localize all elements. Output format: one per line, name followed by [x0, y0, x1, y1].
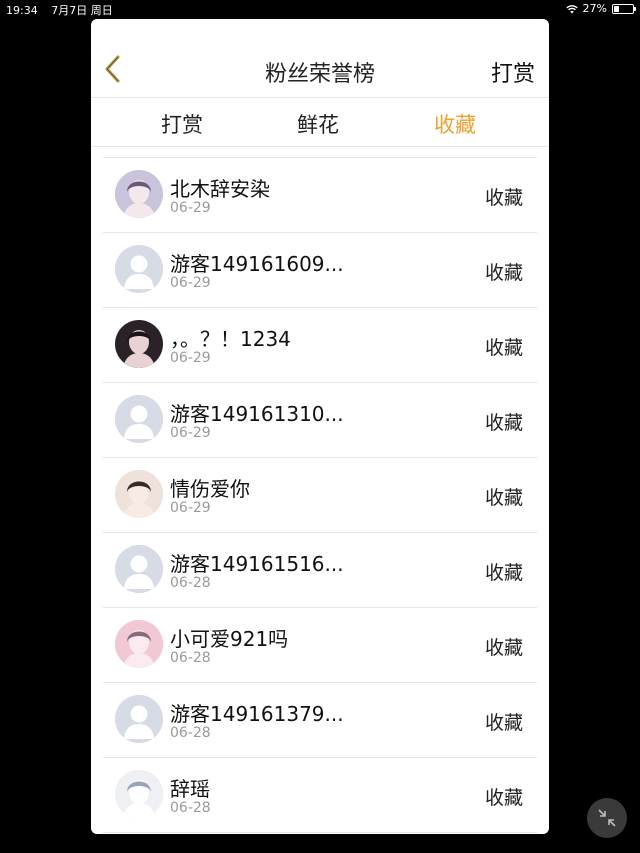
- favorite-label: 收藏: [484, 562, 523, 584]
- fan-date: 06-28: [170, 650, 211, 666]
- favorite-label: 收藏: [484, 637, 523, 659]
- wifi-icon: [565, 4, 578, 13]
- favorite-label: 收藏: [484, 487, 523, 509]
- fan-name: 北木辞安染: [170, 177, 270, 201]
- tab-favorites[interactable]: 收藏: [415, 109, 495, 139]
- fan-name: 情伤爱你: [170, 477, 250, 501]
- fan-name: 游客149161310...: [170, 402, 344, 426]
- status-left: 19:34 7月7日 周日: [6, 2, 123, 18]
- fan-date: 06-28: [170, 725, 211, 741]
- avatar: [115, 470, 163, 518]
- default-avatar: [115, 245, 163, 293]
- page-title: 粉丝荣誉榜: [264, 62, 375, 87]
- default-avatar: [115, 395, 163, 443]
- list-item[interactable]: 情伤爱你 06-29 收藏: [103, 458, 537, 533]
- fan-name: ，。？！1234: [170, 327, 291, 351]
- fan-name: 小可爱921吗: [170, 627, 289, 651]
- favorite-label: 收藏: [484, 412, 523, 434]
- avatar: [115, 620, 163, 668]
- fan-name: 游客149161516...: [170, 552, 344, 576]
- battery-level: [614, 5, 619, 12]
- battery-icon: [612, 3, 636, 14]
- status-date: 7月7日 周日: [51, 4, 113, 17]
- list-item[interactable]: 小可爱921吗 06-28 收藏: [103, 608, 537, 683]
- status-time: 19:34: [6, 4, 38, 17]
- fan-date: 06-29: [170, 425, 211, 441]
- tab-flowers[interactable]: 鲜花: [278, 109, 358, 139]
- fan-date: 06-29: [170, 275, 211, 291]
- avatar: [115, 320, 163, 368]
- battery-percent: 27%: [582, 2, 607, 15]
- fan-honor-panel: 粉丝荣誉榜 打赏 打赏 鲜花 收藏 北木辞安染 06-29 收藏 游客14916160…: [91, 19, 549, 834]
- list-item[interactable]: 北木辞安染 06-29 收藏: [103, 158, 537, 233]
- list-item[interactable]: 游客149161609... 06-29 收藏: [103, 233, 537, 308]
- favorite-label: 收藏: [484, 712, 523, 734]
- fan-date: 06-28: [170, 800, 211, 816]
- status-bar: 19:34 7月7日 周日 27%: [0, 0, 640, 18]
- panel-header: 粉丝荣誉榜 打赏: [91, 19, 549, 98]
- tab-bar: 打赏 鲜花 收藏: [91, 98, 549, 147]
- fan-date: 06-28: [170, 575, 211, 591]
- tab-reward[interactable]: 打赏: [142, 109, 222, 139]
- status-right: 27%: [565, 2, 636, 15]
- favorite-label: 收藏: [484, 187, 523, 209]
- list-item[interactable]: 游客149161379... 06-28 收藏: [103, 683, 537, 758]
- minimize-arrows-icon: [598, 809, 616, 827]
- list-item[interactable]: ，。？！1234 06-29 收藏: [103, 308, 537, 383]
- favorite-label: 收藏: [484, 337, 523, 359]
- fan-date: 06-29: [170, 350, 211, 366]
- fan-name: 辞瑶: [170, 777, 210, 801]
- favorite-label: 收藏: [484, 787, 523, 809]
- avatar: [115, 170, 163, 218]
- minimize-button[interactable]: [587, 798, 627, 838]
- fan-name: 游客149161609...: [170, 252, 344, 276]
- fan-list: 北木辞安染 06-29 收藏 游客149161609... 06-29 收藏 ，。？！123…: [103, 157, 537, 833]
- fan-name: 游客149161379...: [170, 702, 344, 726]
- fan-date: 06-29: [170, 200, 211, 216]
- list-item[interactable]: 辞瑶 06-28 收藏: [103, 758, 537, 833]
- fan-date: 06-29: [170, 500, 211, 516]
- reward-button[interactable]: 打赏: [491, 56, 535, 88]
- default-avatar: [115, 695, 163, 743]
- default-avatar: [115, 545, 163, 593]
- list-item[interactable]: 游客149161516... 06-28 收藏: [103, 533, 537, 608]
- favorite-label: 收藏: [484, 262, 523, 284]
- list-item[interactable]: 游客149161310... 06-29 收藏: [103, 383, 537, 458]
- avatar: [115, 770, 163, 818]
